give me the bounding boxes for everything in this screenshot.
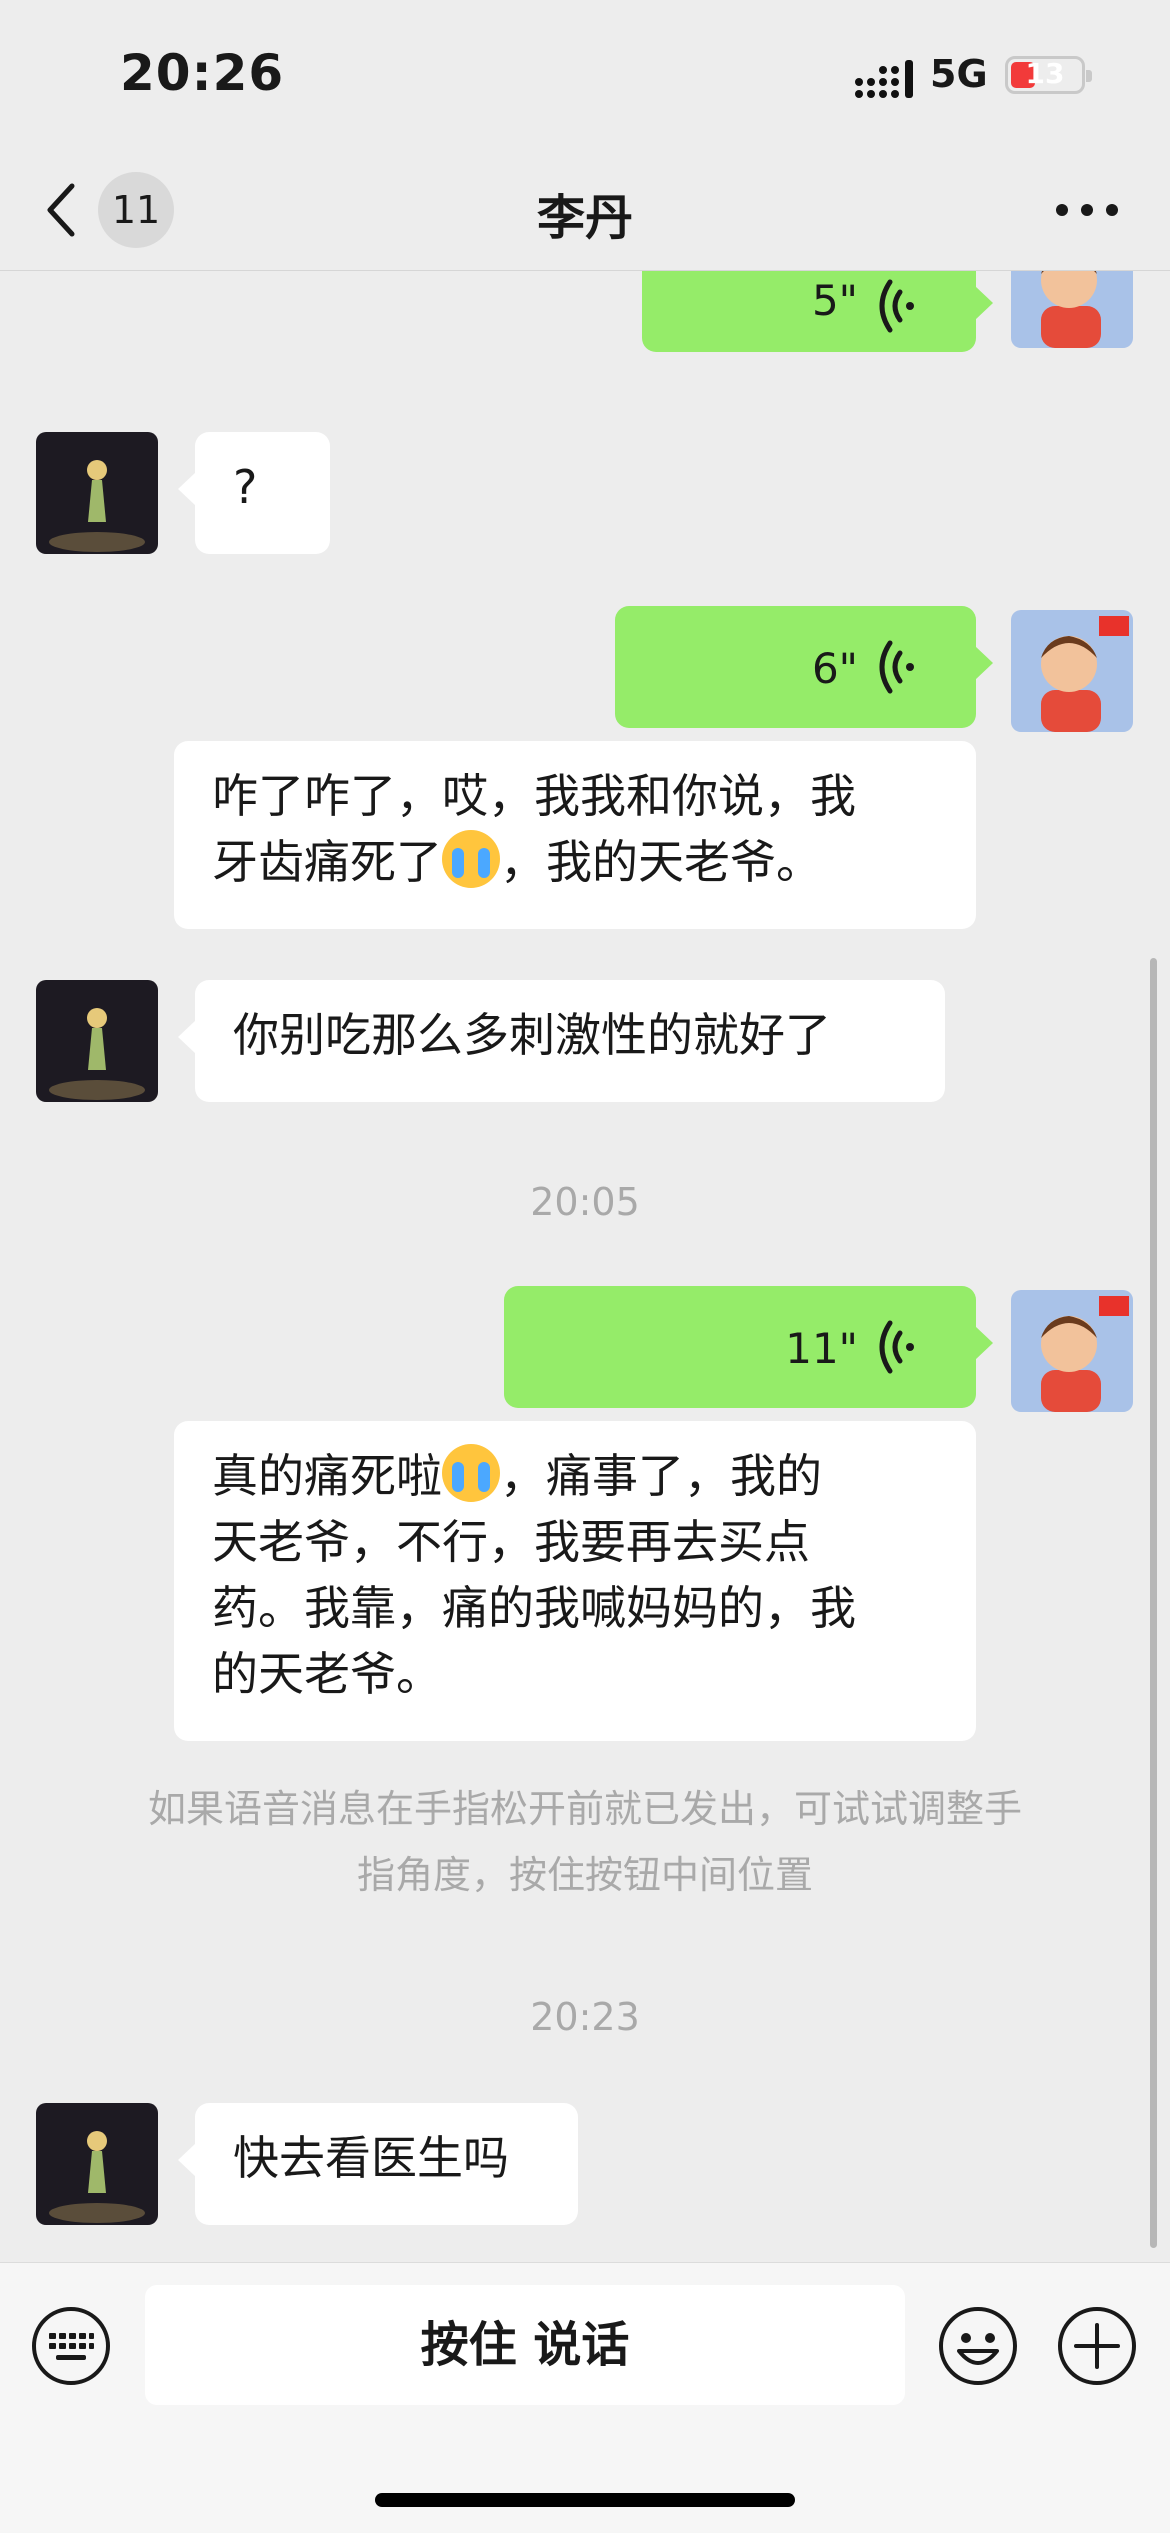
boy-avatar-icon <box>1011 1290 1133 1412</box>
keyboard-icon[interactable] <box>30 2305 112 2387</box>
voice-transcript[interactable]: 真的痛死啦 ，痛事了，我的 天老爷，不行，我要再去买点 药。我靠，痛的我喊妈妈的，… <box>174 1421 976 1741</box>
voice-wave-icon <box>879 279 914 333</box>
boy-avatar-icon <box>1011 610 1133 732</box>
crying-emoji-icon <box>442 830 500 888</box>
crying-emoji-icon <box>442 1444 500 1502</box>
avatar-self[interactable] <box>1011 1290 1133 1412</box>
message-text: 牙齿痛死了 <box>212 835 442 889</box>
system-tip-line: 指角度，按住按钮中间位置 <box>356 1853 813 1897</box>
message-text: 真的痛死啦 <box>212 1449 442 1503</box>
fairy-avatar-icon <box>36 432 158 554</box>
home-indicator[interactable] <box>375 2493 795 2507</box>
voice-duration: 5" <box>811 276 858 325</box>
battery-level: 13 <box>1025 57 1065 90</box>
fairy-avatar-icon <box>36 980 158 1102</box>
voice-transcript[interactable]: 咋了咋了，哎，我我和你说，我 牙齿痛死了 ，我的天老爷。 <box>174 741 976 929</box>
message-bubble[interactable]: 你别吃那么多刺激性的就好了 <box>178 980 945 1102</box>
message-text: ，我的天老爷。 <box>500 835 822 889</box>
voice-duration: 11" <box>785 1324 858 1373</box>
battery-icon: 13 <box>1005 56 1092 94</box>
avatar-self[interactable] <box>1011 610 1133 732</box>
message-line: 牙齿痛死了 ，我的天老爷。 <box>212 829 938 895</box>
hold-to-talk-button[interactable]: 按住 说话 <box>145 2285 905 2405</box>
network-type: 5G <box>930 52 988 96</box>
status-time: 20:26 <box>120 44 285 102</box>
message-list[interactable]: 5" ? 6" 咋了咋了，哎，我我和你说，我 牙齿痛死了 ，我的天老爷。 你别吃… <box>0 271 1170 2262</box>
message-line: 真的痛死啦 ，痛事了，我的 <box>212 1443 938 1509</box>
avatar-contact[interactable] <box>36 980 158 1102</box>
status-bar: 20:26 5G 13 <box>0 0 1170 150</box>
message-bubble[interactable]: 快去看医生吗 <box>178 2103 578 2225</box>
avatar-contact[interactable] <box>36 2103 158 2225</box>
message-text: 你别吃那么多刺激性的就好了 <box>233 1008 831 1062</box>
timestamp: 20:05 <box>530 1180 640 1224</box>
voice-wave-icon <box>879 1320 914 1374</box>
signal-icon <box>855 60 913 98</box>
voice-message[interactable]: 6" <box>615 606 993 728</box>
voice-message[interactable]: 5" <box>642 271 993 352</box>
more-dots-icon[interactable] <box>1052 190 1122 230</box>
message-line: 的天老爷。 <box>212 1647 442 1701</box>
plus-icon[interactable] <box>1056 2305 1138 2387</box>
avatar-self[interactable] <box>1011 271 1133 348</box>
input-bar: 按住 说话 <box>0 2262 1170 2533</box>
fairy-avatar-icon <box>36 2103 158 2225</box>
timestamp: 20:23 <box>530 1995 640 2039</box>
boy-avatar-icon <box>1011 271 1133 348</box>
system-tip-line: 如果语音消息在手指松开前就已发出，可试试调整手 <box>147 1787 1022 1831</box>
message-text: 快去看医生吗 <box>233 2131 509 2185</box>
voice-wave-icon <box>879 640 914 694</box>
message-line: 天老爷，不行，我要再去买点 <box>212 1515 810 1569</box>
voice-duration: 6" <box>811 644 858 693</box>
scrollbar[interactable] <box>1150 958 1157 2248</box>
battery-nub <box>1086 70 1092 82</box>
message-line: 咋了咋了，哎，我我和你说，我 <box>212 769 856 823</box>
message-text: ? <box>233 460 258 514</box>
system-tip: 如果语音消息在手指松开前就已发出，可试试调整手 指角度，按住按钮中间位置 <box>80 1776 1090 1908</box>
voice-message[interactable]: 11" <box>504 1286 993 1408</box>
chat-title: 李丹 <box>536 190 633 246</box>
message-bubble[interactable]: ? <box>178 432 330 554</box>
smiley-icon[interactable] <box>937 2305 1019 2387</box>
avatar-contact[interactable] <box>36 432 158 554</box>
message-text: ，痛事了，我的 <box>500 1449 822 1503</box>
chat-header: 11 李丹 <box>0 150 1170 271</box>
message-line: 药。我靠，痛的我喊妈妈的，我 <box>212 1581 856 1635</box>
